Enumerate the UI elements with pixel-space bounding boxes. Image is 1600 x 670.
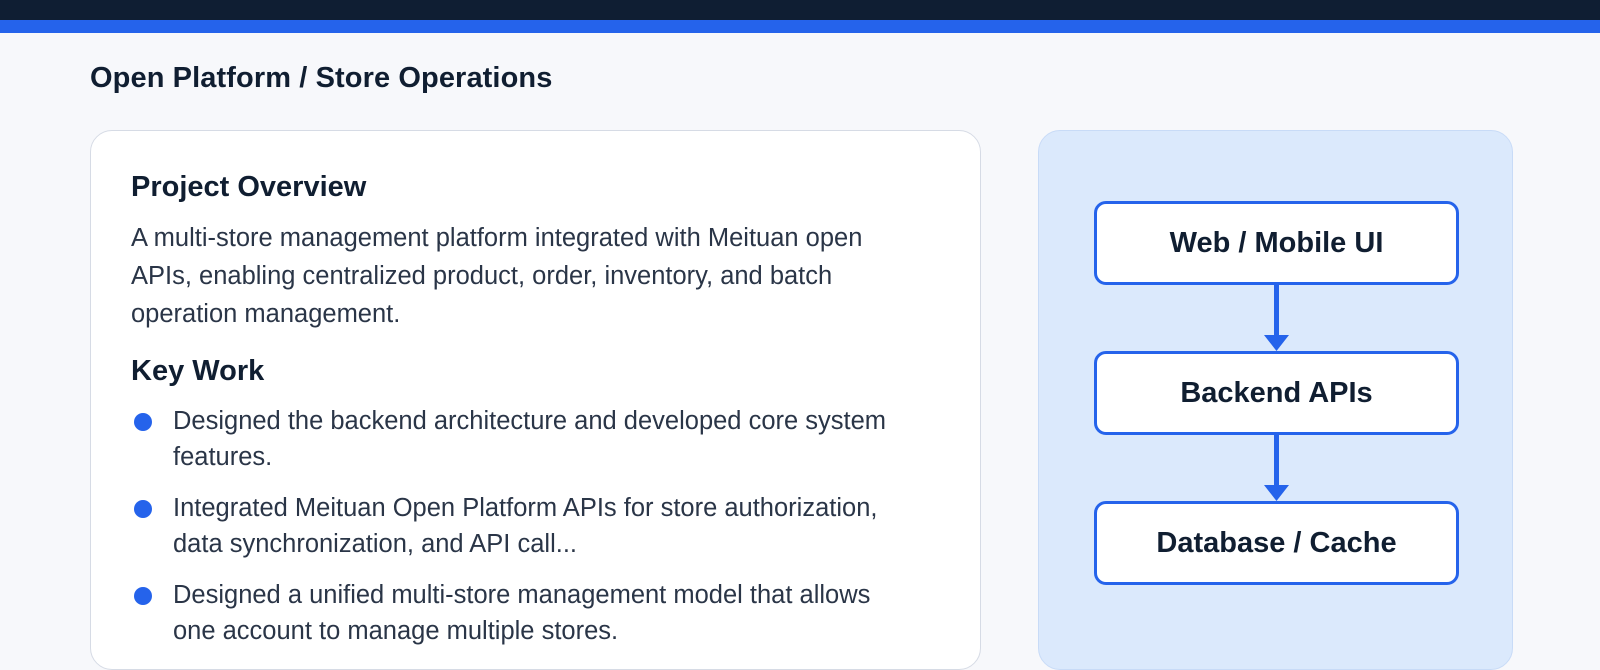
key-work-item: Designed the backend architecture and de…	[131, 403, 911, 475]
key-work-item-text: Integrated Meituan Open Platform APIs fo…	[173, 494, 878, 558]
architecture-diagram: Web / Mobile UI Backend APIs Database / …	[1038, 130, 1513, 670]
bullet-dot-icon	[134, 587, 152, 605]
project-details-card: Project Overview A multi-store managemen…	[90, 130, 981, 670]
key-work-item-text: Designed the backend architecture and de…	[173, 407, 887, 471]
key-work-list: Designed the backend architecture and de…	[131, 403, 911, 664]
layer-box-backend: Backend APIs	[1094, 351, 1459, 435]
key-work-item: Designed a unified multi-store managemen…	[131, 577, 911, 649]
key-work-item-text: Designed a unified multi-store managemen…	[173, 581, 871, 645]
overview-heading: Project Overview	[131, 171, 367, 203]
bullet-dot-icon	[134, 413, 152, 431]
arrow-down-icon	[1264, 435, 1289, 501]
top-header-bar	[0, 0, 1600, 20]
layer-box-ui: Web / Mobile UI	[1094, 201, 1459, 285]
overview-text: A multi-store management platform integr…	[131, 224, 863, 328]
key-work-heading: Key Work	[131, 355, 265, 387]
key-work-item: Integrated Meituan Open Platform APIs fo…	[131, 490, 911, 562]
accent-bar	[0, 20, 1600, 33]
arrow-down-icon	[1264, 285, 1289, 351]
page-title: Open Platform / Store Operations	[90, 62, 553, 94]
bullet-dot-icon	[134, 500, 152, 518]
layer-box-database: Database / Cache	[1094, 501, 1459, 585]
